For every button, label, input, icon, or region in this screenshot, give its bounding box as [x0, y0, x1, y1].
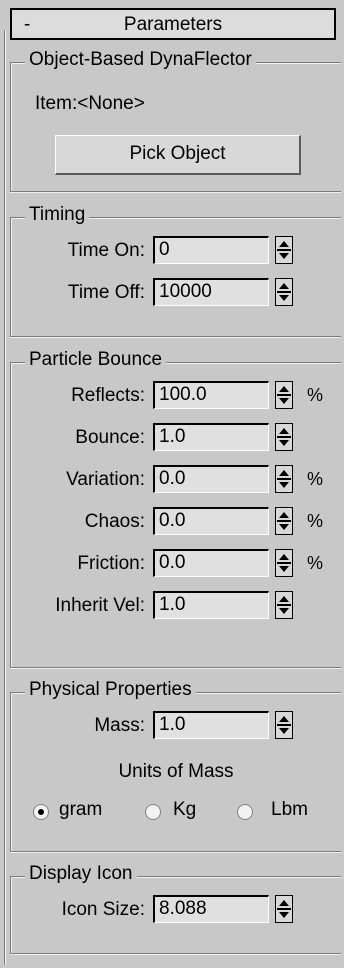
spinner-up-icon[interactable]: [279, 716, 289, 722]
time-off-label: Time Off:: [67, 282, 145, 303]
spinner-down-icon[interactable]: [279, 482, 289, 488]
inherit-vel-field[interactable]: 1.0: [153, 591, 269, 619]
reflects-percent: %: [307, 385, 324, 405]
pick-object-button[interactable]: Pick Object: [55, 135, 301, 175]
chaos-spinner[interactable]: [275, 507, 293, 535]
rollout-title: Parameters: [123, 14, 223, 35]
particle-bounce-group-label: Particle Bounce: [25, 349, 167, 371]
spinner-up-icon[interactable]: [279, 554, 289, 560]
timing-group: Timing Time On: 0 Time Off: 10000: [10, 204, 341, 337]
reflects-spinner[interactable]: [275, 381, 293, 409]
units-of-mass-label: Units of Mass: [118, 761, 234, 782]
inherit-vel-spinner[interactable]: [275, 591, 293, 619]
spinner-up-icon[interactable]: [279, 241, 289, 247]
object-group-label: Object-Based DynaFlector: [25, 49, 256, 71]
object-group: Object-Based DynaFlector Item:<None> Pic…: [10, 49, 341, 192]
spinner-down-icon[interactable]: [279, 398, 289, 404]
spinner-up-icon[interactable]: [279, 470, 289, 476]
physical-properties-group: Physical Properties Mass: 1.0 Units of M…: [10, 679, 341, 852]
bounce-field[interactable]: 1.0: [153, 423, 269, 451]
variation-spinner[interactable]: [275, 465, 293, 493]
mass-label: Mass:: [94, 715, 145, 736]
spinner-up-icon[interactable]: [279, 596, 289, 602]
variation-field[interactable]: 0.0: [153, 465, 269, 493]
variation-percent: %: [307, 469, 324, 489]
spinner-down-icon[interactable]: [279, 608, 289, 614]
lbm-radio-label: Lbm: [271, 799, 308, 820]
time-off-spinner[interactable]: [275, 278, 293, 306]
mass-spinner[interactable]: [275, 711, 293, 739]
bounce-spinner[interactable]: [275, 423, 293, 451]
spinner-down-icon[interactable]: [279, 295, 289, 301]
spinner-up-icon[interactable]: [279, 512, 289, 518]
physical-properties-group-label: Physical Properties: [25, 679, 196, 701]
mass-field[interactable]: 1.0: [153, 711, 269, 739]
gram-radio[interactable]: [33, 804, 49, 820]
kg-radio-label: Kg: [173, 799, 197, 820]
spinner-down-icon[interactable]: [279, 253, 289, 259]
friction-field[interactable]: 0.0: [153, 549, 269, 577]
chaos-label: Chaos:: [84, 511, 145, 532]
gram-radio-label: gram: [59, 799, 103, 820]
chaos-percent: %: [307, 511, 324, 531]
friction-label: Friction:: [77, 553, 145, 574]
inherit-vel-label: Inherit Vel:: [55, 595, 145, 616]
spinner-down-icon[interactable]: [279, 566, 289, 572]
time-on-field[interactable]: 0: [153, 236, 269, 264]
time-on-label: Time On:: [67, 240, 145, 261]
timing-group-label: Timing: [25, 204, 90, 226]
display-icon-group: Display Icon Icon Size: 8.088: [10, 863, 341, 954]
spinner-up-icon[interactable]: [279, 386, 289, 392]
display-icon-group-label: Display Icon: [25, 863, 137, 885]
time-off-field[interactable]: 10000: [153, 278, 269, 306]
icon-size-label: Icon Size:: [61, 899, 145, 920]
spinner-down-icon[interactable]: [279, 524, 289, 530]
lbm-radio[interactable]: [237, 804, 253, 820]
friction-percent: %: [307, 553, 324, 573]
spinner-up-icon[interactable]: [279, 900, 289, 906]
bounce-label: Bounce:: [75, 427, 145, 448]
reflects-label: Reflects:: [71, 385, 145, 406]
item-text: Item:<None>: [35, 93, 145, 114]
icon-size-field[interactable]: 8.088: [153, 895, 269, 923]
spinner-down-icon[interactable]: [279, 440, 289, 446]
icon-size-spinner[interactable]: [275, 895, 293, 923]
spinner-up-icon[interactable]: [279, 283, 289, 289]
spinner-up-icon[interactable]: [279, 428, 289, 434]
variation-label: Variation:: [66, 469, 145, 490]
spinner-down-icon[interactable]: [279, 912, 289, 918]
chaos-field[interactable]: 0.0: [153, 507, 269, 535]
particle-bounce-group: Particle Bounce Reflects: 100.0 % Bounce…: [10, 349, 341, 668]
kg-radio[interactable]: [145, 804, 161, 820]
reflects-field[interactable]: 100.0: [153, 381, 269, 409]
spinner-down-icon[interactable]: [279, 728, 289, 734]
time-on-spinner[interactable]: [275, 236, 293, 264]
friction-spinner[interactable]: [275, 549, 293, 577]
rollout-title-bar[interactable]: - Parameters: [10, 8, 336, 40]
